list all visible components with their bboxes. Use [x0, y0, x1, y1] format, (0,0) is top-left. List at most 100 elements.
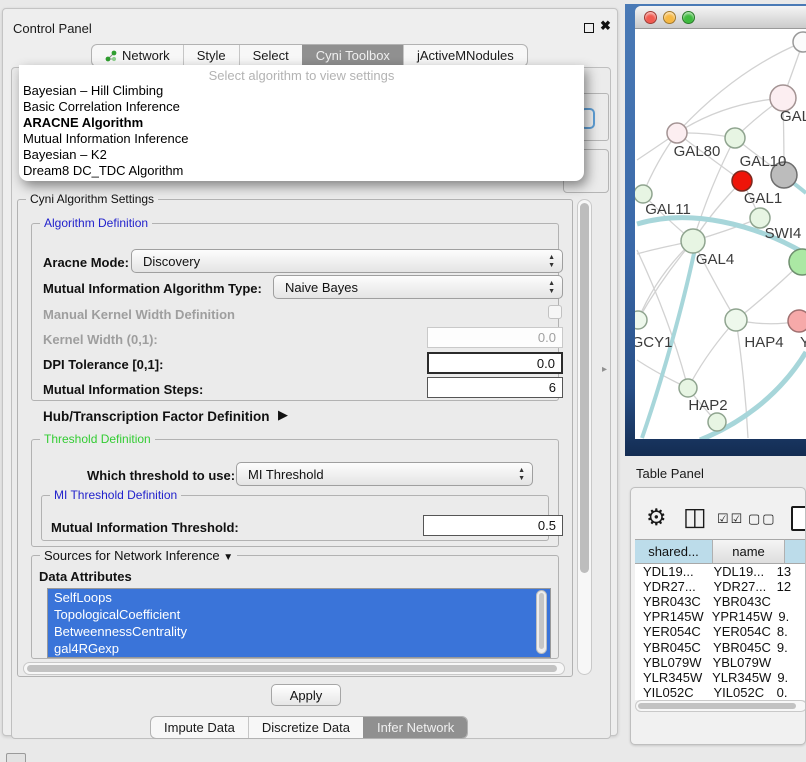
table-row[interactable]: YLR345WYLR345W9.	[635, 670, 806, 685]
tab-infer-network[interactable]: Infer Network	[363, 717, 467, 738]
table-panel-title: Table Panel	[636, 466, 704, 481]
minimize-traffic-light[interactable]	[663, 11, 676, 24]
which-threshold-value: MI Threshold	[248, 467, 324, 482]
mi-algorithm-type-value: Naive Bayes	[285, 280, 358, 295]
attribute-list-item[interactable]: SelfLoops	[48, 589, 550, 606]
dropdown-item[interactable]: Bayesian – K2	[19, 147, 584, 163]
kernel-width-label: Kernel Width (0,1):	[43, 332, 158, 347]
hub-section-label[interactable]: Hub/Transcription Factor Definition	[43, 409, 270, 424]
tab-style-label: Style	[197, 48, 226, 63]
network-node[interactable]	[679, 379, 697, 397]
network-node-label: HAP2	[688, 397, 727, 414]
close-traffic-light[interactable]	[644, 11, 657, 24]
table-row[interactable]: YDL19...YDL19...13	[635, 564, 806, 579]
aracne-mode-label: Aracne Mode:	[43, 255, 129, 270]
aracne-mode-select[interactable]: Discovery ▲▼	[131, 249, 563, 273]
zoom-traffic-light[interactable]	[682, 11, 695, 24]
mi-algorithm-type-select[interactable]: Naive Bayes ▲▼	[273, 275, 563, 299]
attribute-list-item[interactable]: gal4RGexp	[48, 640, 550, 657]
table-cell: YLR345W	[704, 670, 771, 685]
table-horizontal-scrollbar[interactable]	[635, 700, 806, 712]
dropdown-item[interactable]: ARACNE Algorithm	[19, 115, 584, 131]
network-node[interactable]	[635, 311, 647, 329]
settings-horizontal-scrollbar[interactable]	[23, 662, 565, 675]
column-header-partial[interactable]	[785, 539, 806, 564]
cyni-settings-group-title: Cyni Algorithm Settings	[26, 192, 158, 206]
network-node[interactable]	[732, 171, 752, 191]
tab-impute-data[interactable]: Impute Data	[151, 717, 248, 738]
manual-kernel-checkbox[interactable]	[548, 305, 562, 319]
network-canvas[interactable]: GAL80GALGAL10GAL1GAL11SWI4GAL4GCY1HAP4YH…	[635, 29, 806, 439]
close-icon[interactable]: ✖	[600, 18, 611, 34]
attributes-list-scrollbar[interactable]	[536, 590, 547, 654]
network-node[interactable]	[793, 32, 806, 52]
maximize-icon[interactable]	[584, 23, 594, 33]
table-cell: 9.	[771, 670, 806, 685]
scrollbar-thumb[interactable]	[27, 665, 557, 672]
dpi-tolerance-field[interactable]: 0.0	[427, 352, 563, 374]
table-row[interactable]: YPR145WYPR145W9.	[635, 609, 806, 624]
attribute-list-item[interactable]: BetweennessCentrality	[48, 623, 550, 640]
dropdown-item[interactable]: Basic Correlation Inference	[19, 99, 584, 115]
mi-steps-field[interactable]: 6	[427, 377, 563, 398]
network-node[interactable]	[725, 309, 747, 331]
table-cell: YIL052C	[706, 685, 771, 700]
columns-icon[interactable]: ◫	[683, 502, 707, 532]
column-header-name[interactable]: name	[713, 539, 785, 564]
table-rows: YDL19...YDL19...13YDR27...YDR27...12YBR0…	[635, 564, 806, 700]
network-node-label: GCY1	[635, 334, 672, 351]
table-cell: YPR145W	[704, 609, 773, 624]
table-cell: YPR145W	[635, 609, 704, 624]
tab-style[interactable]: Style	[183, 45, 239, 66]
algorithm-definition-title: Algorithm Definition	[40, 216, 152, 230]
network-node[interactable]	[788, 310, 806, 332]
control-panel-window: Control Panel ✖ Network Style Select Cyn…	[2, 8, 618, 736]
dropdown-item[interactable]: Mutual Information Inference	[19, 131, 584, 147]
table-row[interactable]: YDR27...YDR27...12	[635, 579, 806, 594]
data-attributes-list[interactable]: SelfLoopsTopologicalCoefficientBetweenne…	[47, 588, 551, 658]
tab-network[interactable]: Network	[92, 45, 183, 66]
network-node[interactable]	[667, 123, 687, 143]
gear-icon[interactable]: ⚙	[646, 504, 667, 531]
network-node[interactable]	[725, 128, 745, 148]
dropdown-items: Bayesian – Hill ClimbingBasic Correlatio…	[19, 83, 584, 179]
network-node-label: GAL1	[744, 190, 782, 207]
collapsed-arrow-icon[interactable]: ▶	[278, 407, 288, 423]
tab-select[interactable]: Select	[239, 45, 302, 66]
attribute-list-item[interactable]: TopologicalCoefficient	[48, 606, 550, 623]
table-row[interactable]: YIL052CYIL052C0.	[635, 685, 806, 700]
mi-threshold-field[interactable]: 0.5	[423, 515, 563, 536]
table-row[interactable]: YBL079WYBL079W	[635, 655, 806, 670]
document-icon-partial[interactable]	[791, 506, 806, 531]
dropdown-item[interactable]: Bayesian – Hill Climbing	[19, 83, 584, 99]
scrollbar-thumb[interactable]	[580, 203, 589, 573]
table-cell: YIL052C	[635, 685, 706, 700]
dropdown-item[interactable]: Dream8 DC_TDC Algorithm	[19, 163, 584, 179]
tab-jactivemnodules[interactable]: jActiveMNodules	[403, 45, 527, 66]
table-row[interactable]: YER054CYER054C8.	[635, 624, 806, 639]
table-row[interactable]: YBR043CYBR043C	[635, 594, 806, 609]
tab-cyni-toolbox[interactable]: Cyni Toolbox	[302, 45, 403, 66]
split-pane-collapse-icon[interactable]: ▸	[602, 364, 607, 375]
which-threshold-select[interactable]: MI Threshold ▲▼	[236, 462, 533, 486]
table-row[interactable]: YBR045CYBR045C9.	[635, 639, 806, 654]
tab-discretize-data[interactable]: Discretize Data	[248, 717, 363, 738]
tab-cyni-toolbox-label: Cyni Toolbox	[316, 48, 390, 63]
control-panel-title: Control Panel	[13, 21, 92, 36]
apply-button[interactable]: Apply	[271, 684, 341, 706]
expand-panel-button-partial[interactable]	[6, 753, 26, 762]
network-window-titlebar[interactable]	[635, 6, 806, 29]
select-all-checkboxes-icon[interactable]: ☑☑	[717, 511, 744, 527]
scrollbar-thumb[interactable]	[638, 703, 796, 709]
sources-group-title[interactable]: Sources for Network Inference ▼	[40, 548, 237, 563]
scrollbar-thumb[interactable]	[539, 593, 544, 649]
network-node[interactable]	[681, 229, 705, 253]
network-node[interactable]	[708, 413, 726, 431]
kernel-width-field[interactable]: 0.0	[427, 327, 563, 348]
settings-vertical-scrollbar[interactable]	[577, 199, 592, 675]
deselect-all-checkboxes-icon[interactable]: ▢▢	[748, 511, 777, 527]
mi-threshold-label: Mutual Information Threshold:	[51, 520, 239, 535]
column-header-shared[interactable]: shared...	[635, 539, 713, 564]
dpi-tolerance-label: DPI Tolerance [0,1]:	[43, 357, 163, 372]
table-cell: YBR043C	[705, 594, 771, 609]
